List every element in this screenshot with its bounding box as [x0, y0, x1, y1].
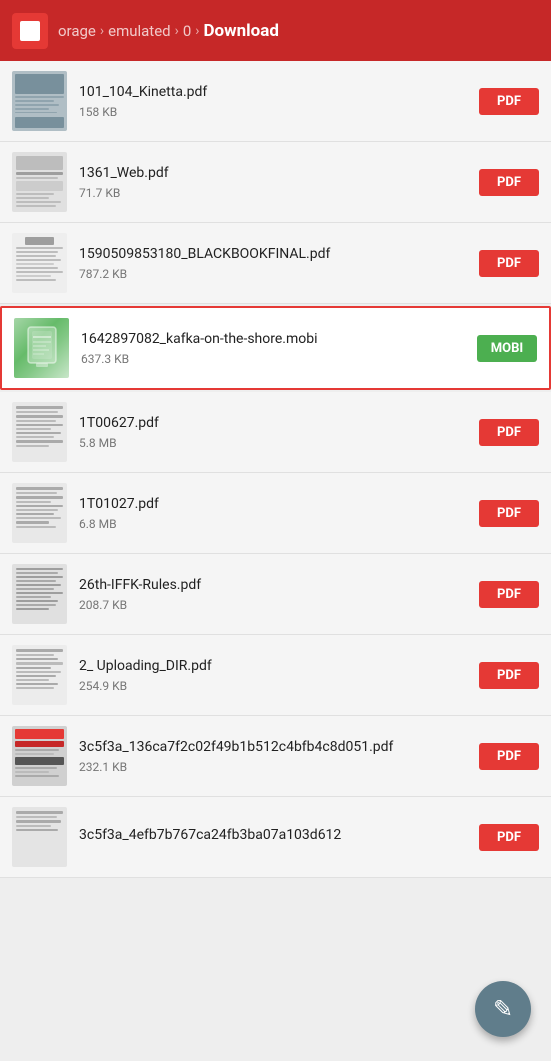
file-size: 208.7 KB: [79, 598, 469, 612]
file-name: 1642897082_kafka-on-the-shore.mobi: [81, 330, 467, 348]
file-type-badge[interactable]: PDF: [479, 88, 539, 115]
file-thumbnail: [12, 71, 67, 131]
file-name: 3c5f3a_136ca7f2c02f49b1b512c4bfb4c8d051.…: [79, 738, 469, 756]
list-item-highlighted[interactable]: 1642897082_kafka-on-the-shore.mobi 637.3…: [0, 306, 551, 390]
list-item[interactable]: 26th-IFFK-Rules.pdf 208.7 KB PDF: [0, 554, 551, 635]
list-item[interactable]: 1T00627.pdf 5.8 MB PDF: [0, 392, 551, 473]
file-info: 1361_Web.pdf 71.7 KB: [79, 164, 469, 199]
file-info: 2_ Uploading_DIR.pdf 254.9 KB: [79, 657, 469, 692]
list-item[interactable]: 3c5f3a_4efb7b767ca24fb3ba07a103d612 PDF: [0, 797, 551, 878]
file-list: 101_104_Kinetta.pdf 158 KB PDF 1361_Web.…: [0, 61, 551, 878]
breadcrumb-storage[interactable]: orage: [58, 22, 96, 40]
file-type-badge[interactable]: PDF: [479, 419, 539, 446]
file-info: 1T00627.pdf 5.8 MB: [79, 414, 469, 449]
file-type-badge[interactable]: PDF: [479, 169, 539, 196]
chevron-icon-1: ›: [100, 23, 104, 39]
file-name: 3c5f3a_4efb7b767ca24fb3ba07a103d612: [79, 826, 469, 844]
file-type-badge[interactable]: PDF: [479, 500, 539, 527]
file-thumbnail: [14, 318, 69, 378]
file-thumbnail: [12, 402, 67, 462]
file-thumbnail: [12, 483, 67, 543]
list-item[interactable]: 1T01027.pdf 6.8 MB PDF: [0, 473, 551, 554]
file-name: 26th-IFFK-Rules.pdf: [79, 576, 469, 594]
breadcrumb: orage › emulated › 0 › Download: [58, 21, 539, 41]
file-name: 1590509853180_BLACKBOOKFINAL.pdf: [79, 245, 469, 263]
app-icon-inner: [20, 21, 40, 41]
file-thumbnail: [12, 807, 67, 867]
file-info: 3c5f3a_136ca7f2c02f49b1b512c4bfb4c8d051.…: [79, 738, 469, 773]
edit-icon: ✎: [493, 995, 513, 1023]
file-name: 1361_Web.pdf: [79, 164, 469, 182]
file-type-badge[interactable]: PDF: [479, 743, 539, 770]
chevron-icon-3: ›: [195, 23, 199, 39]
file-info: 101_104_Kinetta.pdf 158 KB: [79, 83, 469, 118]
file-type-badge[interactable]: PDF: [479, 581, 539, 608]
fab-edit-button[interactable]: ✎: [475, 981, 531, 1037]
list-item[interactable]: 2_ Uploading_DIR.pdf 254.9 KB PDF: [0, 635, 551, 716]
file-type-badge[interactable]: MOBI: [477, 335, 537, 362]
file-info: 26th-IFFK-Rules.pdf 208.7 KB: [79, 576, 469, 611]
chevron-icon-2: ›: [175, 23, 179, 39]
file-size: 5.8 MB: [79, 436, 469, 450]
file-type-badge[interactable]: PDF: [479, 662, 539, 689]
file-thumbnail: [12, 233, 67, 293]
file-size: 6.8 MB: [79, 517, 469, 531]
breadcrumb-0[interactable]: 0: [183, 22, 191, 40]
file-size: 232.1 KB: [79, 760, 469, 774]
file-info: 1642897082_kafka-on-the-shore.mobi 637.3…: [81, 330, 467, 365]
file-name: 101_104_Kinetta.pdf: [79, 83, 469, 101]
file-size: 158 KB: [79, 105, 469, 119]
breadcrumb-download: Download: [204, 21, 279, 41]
file-thumbnail: [12, 726, 67, 786]
file-size: 637.3 KB: [81, 352, 467, 366]
app-icon: [12, 13, 48, 49]
file-thumbnail: [12, 564, 67, 624]
file-name: 1T00627.pdf: [79, 414, 469, 432]
file-size: 787.2 KB: [79, 267, 469, 281]
breadcrumb-emulated[interactable]: emulated: [108, 22, 171, 40]
file-thumbnail: [12, 645, 67, 705]
list-item[interactable]: 101_104_Kinetta.pdf 158 KB PDF: [0, 61, 551, 142]
app-header: orage › emulated › 0 › Download: [0, 0, 551, 61]
file-name: 1T01027.pdf: [79, 495, 469, 513]
file-type-badge[interactable]: PDF: [479, 250, 539, 277]
file-info: 1590509853180_BLACKBOOKFINAL.pdf 787.2 K…: [79, 245, 469, 280]
file-info: 3c5f3a_4efb7b767ca24fb3ba07a103d612: [79, 826, 469, 847]
list-item[interactable]: 1590509853180_BLACKBOOKFINAL.pdf 787.2 K…: [0, 223, 551, 304]
file-name: 2_ Uploading_DIR.pdf: [79, 657, 469, 675]
file-thumbnail: [12, 152, 67, 212]
list-item[interactable]: 1361_Web.pdf 71.7 KB PDF: [0, 142, 551, 223]
list-item[interactable]: 3c5f3a_136ca7f2c02f49b1b512c4bfb4c8d051.…: [0, 716, 551, 797]
file-type-badge[interactable]: PDF: [479, 824, 539, 851]
file-size: 71.7 KB: [79, 186, 469, 200]
file-size: 254.9 KB: [79, 679, 469, 693]
file-info: 1T01027.pdf 6.8 MB: [79, 495, 469, 530]
